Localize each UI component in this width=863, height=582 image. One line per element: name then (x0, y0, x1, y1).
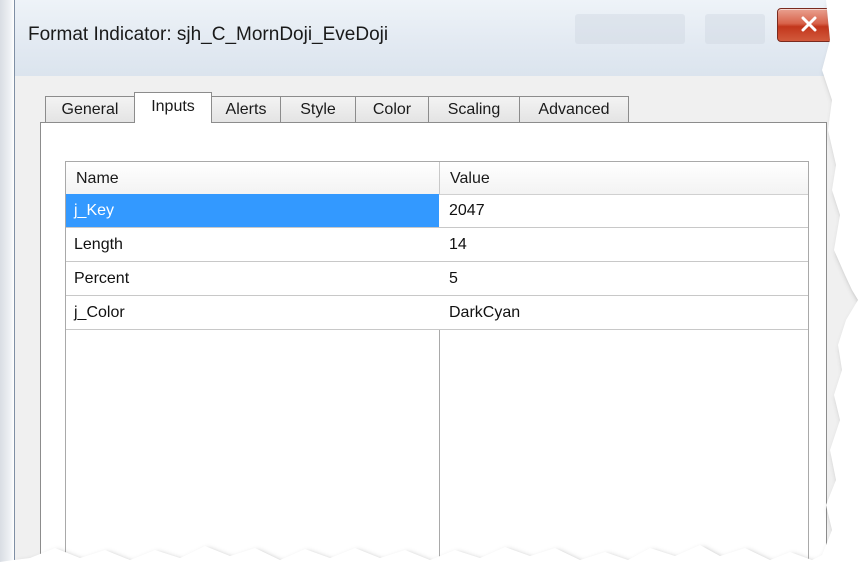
input-name-cell[interactable]: Percent (66, 262, 439, 295)
title-bar-reflection (705, 14, 765, 44)
grid-row[interactable]: j_Color DarkCyan (66, 296, 808, 330)
tab-advanced[interactable]: Advanced (519, 96, 629, 122)
tab-color[interactable]: Color (355, 96, 429, 122)
grid-row[interactable]: j_Key 2047 (66, 194, 808, 228)
grid-header: Name Value (66, 162, 808, 195)
grid-row[interactable]: Length 14 (66, 228, 808, 262)
input-name-cell[interactable]: Length (66, 228, 439, 261)
dialog-client-area: General Inputs Alerts Style Color Scalin… (15, 76, 863, 582)
grid-row[interactable]: Percent 5 (66, 262, 808, 296)
tab-scaling[interactable]: Scaling (428, 96, 520, 122)
input-name-cell[interactable]: j_Color (66, 296, 439, 329)
input-value-cell[interactable]: 5 (440, 262, 808, 295)
inputs-grid[interactable]: Name Value j_Key 2047 Length 14 Percent (65, 161, 809, 582)
column-header-value[interactable]: Value (450, 162, 490, 194)
screenshot-stage: Format Indicator: sjh_C_MornDoji_EveDoji… (0, 0, 863, 582)
close-button[interactable] (777, 8, 841, 42)
column-separator[interactable] (439, 162, 440, 194)
input-name-cell[interactable]: j_Key (66, 194, 439, 227)
tab-inputs[interactable]: Inputs (134, 92, 212, 123)
desktop-background (0, 0, 14, 582)
tab-alerts[interactable]: Alerts (211, 96, 281, 122)
tab-style[interactable]: Style (280, 96, 356, 122)
column-divider (439, 330, 440, 582)
input-value-cell[interactable]: DarkCyan (440, 296, 808, 329)
column-header-name[interactable]: Name (76, 162, 119, 194)
input-value-cell[interactable]: 2047 (440, 194, 808, 227)
inputs-tab-page: Name Value j_Key 2047 Length 14 Percent (40, 122, 827, 582)
tab-general[interactable]: General (45, 96, 135, 122)
title-bar[interactable]: Format Indicator: sjh_C_MornDoji_EveDoji (15, 0, 863, 76)
input-value-cell[interactable]: 14 (440, 228, 808, 261)
close-x-icon (801, 16, 817, 32)
format-indicator-dialog: Format Indicator: sjh_C_MornDoji_EveDoji… (14, 0, 863, 582)
title-bar-reflection (575, 14, 685, 44)
window-title: Format Indicator: sjh_C_MornDoji_EveDoji (28, 24, 389, 45)
